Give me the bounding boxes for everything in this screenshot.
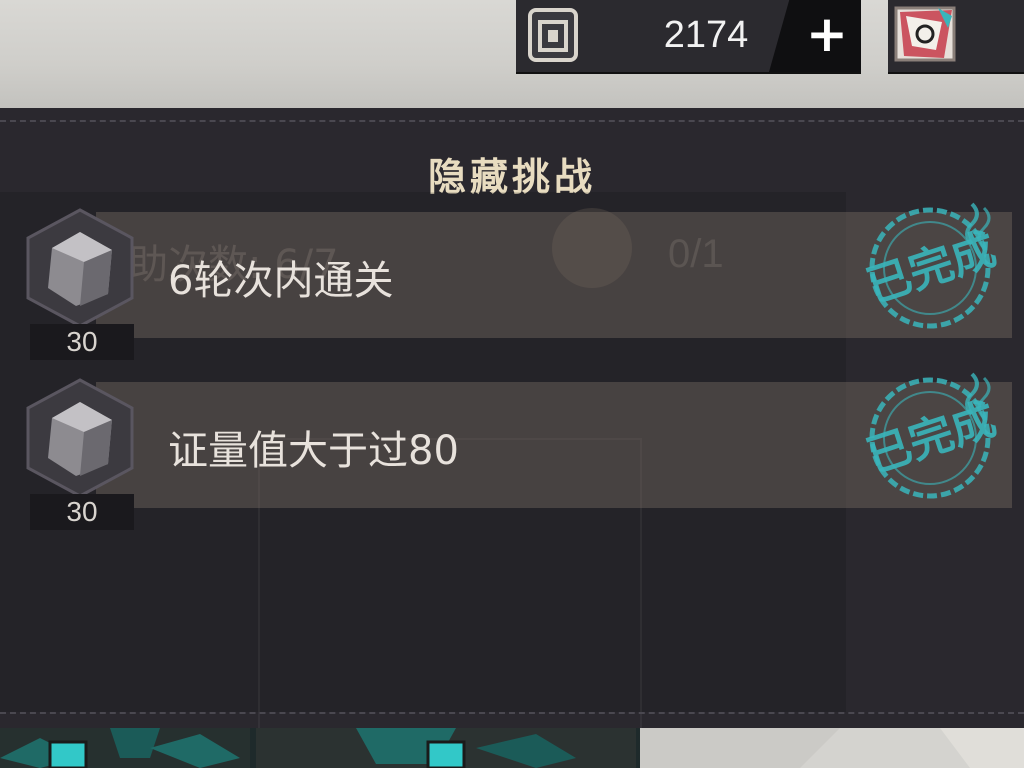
plus-icon: + <box>806 5 848 63</box>
hidden-challenge-panel: 隐藏挑战 合援助次数: 6/7 0/1 6轮次内通关 30 已完成 证量值大于过… <box>0 108 1024 732</box>
secondary-resource-slot[interactable] <box>888 0 1024 74</box>
map-tiles-strip <box>0 728 1024 768</box>
completed-stamp: 已完成 <box>852 364 1002 504</box>
challenge-label: 证量值大于过80 <box>168 428 459 474</box>
top-background <box>0 0 1024 108</box>
currency-bar: 2174 + <box>516 0 861 74</box>
cube-frame-icon <box>528 8 578 62</box>
crystal-cube-icon <box>26 378 134 498</box>
card-pack-icon <box>894 6 956 62</box>
map-tile-icon[interactable] <box>0 728 250 768</box>
reward-count: 30 <box>30 494 134 530</box>
panel-divider-bottom <box>0 712 1024 714</box>
map-tile-icon[interactable] <box>640 728 1024 768</box>
reward-badge[interactable]: 30 <box>24 208 136 368</box>
completed-stamp: 已完成 <box>852 194 1002 334</box>
reward-count: 30 <box>30 324 134 360</box>
challenge-label: 6轮次内通关 <box>168 258 394 304</box>
panel-divider-top <box>0 120 1024 122</box>
reward-badge[interactable]: 30 <box>24 378 136 538</box>
crystal-cube-icon <box>26 208 134 328</box>
map-tile-icon[interactable] <box>256 728 636 768</box>
